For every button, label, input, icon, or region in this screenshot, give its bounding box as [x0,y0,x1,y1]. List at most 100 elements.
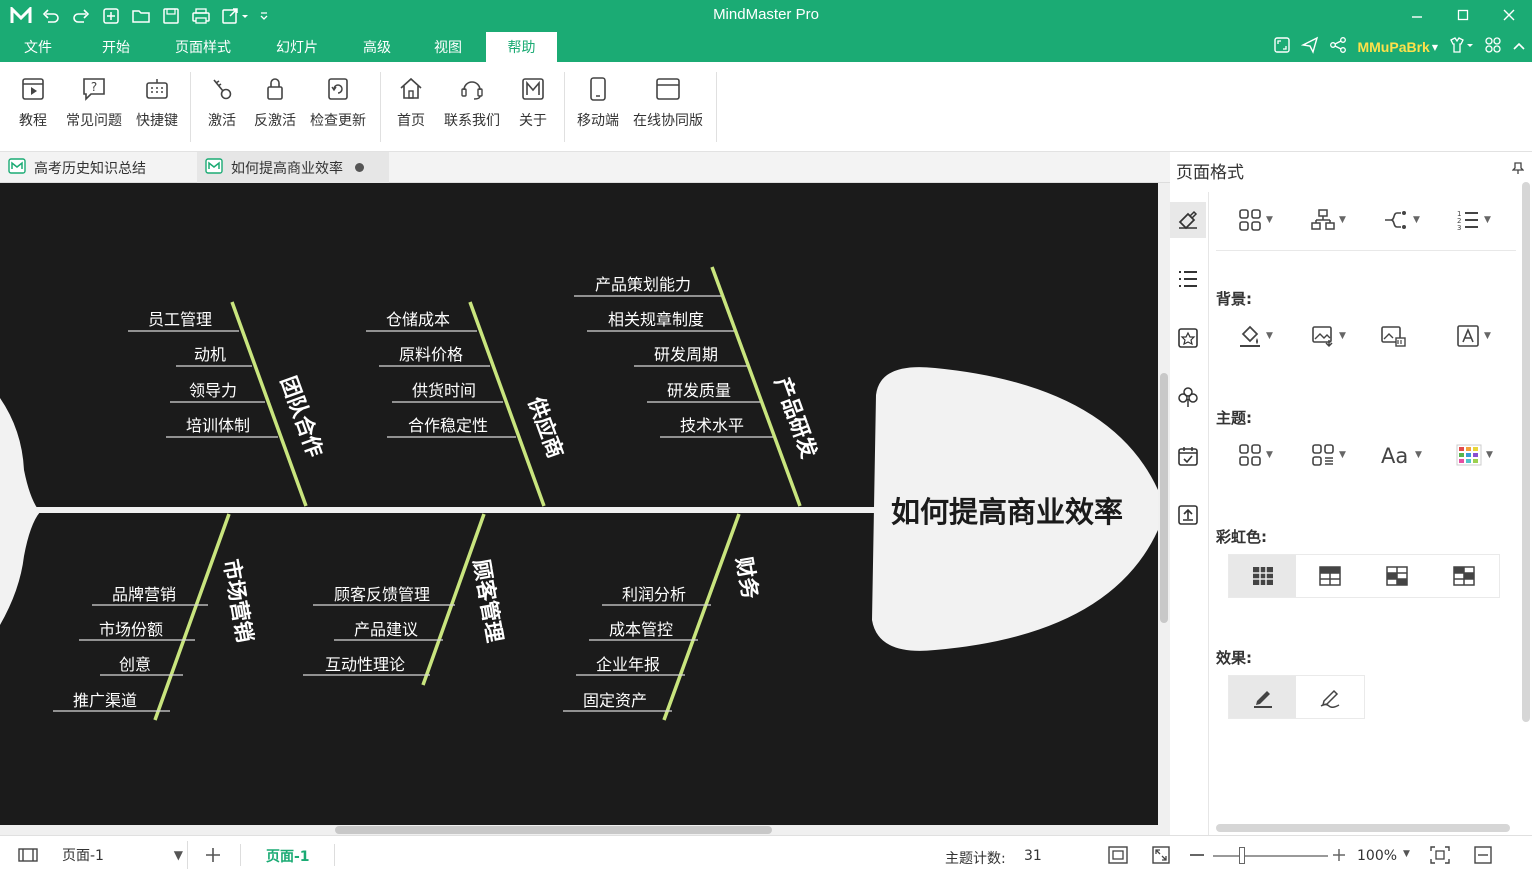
page-tab[interactable]: 页面-1 [266,846,310,866]
subtopic[interactable]: 培训体制 [186,416,250,435]
outline-tab[interactable] [1170,261,1206,297]
mindmap-canvas[interactable]: 如何提高商业效率 团队合作 供应商 产品研发 市场营销 顾客管理 财务 员工管理… [0,183,1158,825]
canvas-vertical-scrollbar[interactable] [1158,183,1170,825]
zoom-slider-handle[interactable] [1239,847,1245,864]
subtopic[interactable]: 原料价格 [399,345,463,364]
subtopic[interactable]: 企业年报 [596,655,660,674]
apps-icon[interactable] [1484,36,1502,58]
toggle-sidebar-icon[interactable] [18,847,38,867]
effect-option-1[interactable] [1229,676,1296,718]
about-button[interactable]: 关于 [514,74,552,136]
subtopic[interactable]: 推广渠道 [73,691,137,710]
subtopic[interactable]: 成本管控 [609,620,673,639]
pin-icon[interactable] [1511,160,1525,179]
watermark-button[interactable]: ▼ [1456,324,1491,348]
menu-view[interactable]: 视图 [410,32,486,62]
subtopic[interactable]: 产品策划能力 [595,275,691,294]
subtopic[interactable]: 市场份额 [99,620,163,639]
page-select[interactable]: 页面-1 ▼ [58,841,188,869]
theme-color-button[interactable]: ▼ [1456,443,1493,467]
panel-horizontal-scrollbar[interactable] [1216,824,1510,832]
deactivate-button[interactable]: 反激活 [250,74,300,136]
subtopic[interactable]: 研发质量 [667,381,731,400]
branch-label-supplier[interactable]: 供应商 [523,393,567,461]
collapse-ribbon-icon[interactable] [1512,38,1526,57]
branch-label-customer[interactable]: 顾客管理 [469,557,507,644]
fish-tail[interactable] [0,398,40,625]
scrollbar-thumb[interactable] [1160,373,1168,623]
tab-document-2[interactable]: 如何提高商业效率 [197,152,389,183]
subtopic[interactable]: 合作稳定性 [408,416,488,435]
zoom-level[interactable]: 100% [1357,848,1397,864]
structure-button[interactable]: ▼ [1311,208,1346,232]
unsaved-dot-icon[interactable] [355,163,364,172]
remove-background-button[interactable] [1380,324,1408,348]
subtopic[interactable]: 产品建议 [354,620,418,639]
subtopic[interactable]: 顾客反馈管理 [334,585,430,604]
menu-slides[interactable]: 幻灯片 [250,32,344,62]
fullscreen-icon[interactable] [1273,36,1291,58]
tutorial-button[interactable]: 教程 [12,74,54,136]
effect-option-2[interactable] [1296,676,1363,718]
theme-button[interactable]: ▼ [1238,443,1273,467]
clipart-tab[interactable] [1170,379,1206,415]
zoom-in-icon[interactable] [1332,848,1346,866]
rainbow-option-4[interactable] [1430,555,1497,597]
rainbow-option-1[interactable] [1229,555,1296,597]
zoom-slider[interactable] [1213,847,1328,864]
faq-button[interactable]: ? 常见问题 [62,74,126,136]
subtopic[interactable]: 研发周期 [654,345,718,364]
close-button[interactable] [1486,0,1532,30]
subtopic[interactable]: 技术水平 [680,416,744,435]
zoom-out-icon[interactable] [1190,854,1204,856]
add-page-icon[interactable] [204,846,222,868]
menu-file[interactable]: 文件 [0,32,76,62]
subtopic[interactable]: 创意 [119,655,151,674]
connector-button[interactable]: ▼ [1383,208,1420,232]
theme-style-button[interactable]: ▼ [1311,443,1346,467]
subtopic[interactable]: 供货时间 [412,381,476,400]
send-icon[interactable] [1301,36,1319,58]
rainbow-option-3[interactable] [1363,555,1430,597]
export-tab[interactable] [1170,497,1206,533]
online-collab-button[interactable]: 在线协同版 [630,74,706,136]
background-fill-button[interactable]: ▼ [1238,324,1273,348]
menu-start[interactable]: 开始 [76,32,156,62]
subtopic[interactable]: 品牌营销 [112,585,176,604]
branch-label-marketing[interactable]: 市场营销 [219,557,257,644]
check-update-button[interactable]: 检查更新 [306,74,370,136]
subtopic[interactable]: 固定资产 [583,691,647,710]
branch-label-finance[interactable]: 财务 [731,555,762,602]
subtopic[interactable]: 相关规章制度 [608,310,704,329]
numbering-button[interactable]: 1 2 3 ▼ [1456,208,1491,232]
user-dropdown-icon[interactable]: ▼ [1432,43,1438,52]
menu-page-style[interactable]: 页面样式 [156,32,250,62]
background-image-button[interactable]: ▼ [1311,324,1346,348]
head-topic[interactable]: 如何提高商业效率 [891,495,1123,529]
subtopic[interactable]: 利润分析 [622,585,686,604]
theme-font-button[interactable]: Aa ▼ [1381,443,1422,467]
subtopic[interactable]: 动机 [194,345,226,364]
subtopic[interactable]: 员工管理 [148,310,212,329]
fullscreen-view-icon[interactable] [1152,846,1170,868]
menu-help[interactable]: 帮助 [486,32,557,62]
home-button[interactable]: 首页 [392,74,430,136]
minimize-button[interactable] [1394,0,1440,30]
task-tab[interactable] [1170,438,1206,474]
mobile-button[interactable]: 移动端 [574,74,622,136]
subtopic[interactable]: 领导力 [189,381,237,400]
panel-scrollbar[interactable] [1522,182,1530,722]
page-format-tab[interactable] [1170,202,1206,238]
scrollbar-thumb[interactable] [335,826,772,834]
activate-button[interactable]: 激活 [202,74,242,136]
share-icon[interactable] [1329,36,1347,58]
menu-advanced[interactable]: 高级 [344,32,410,62]
shortcuts-button[interactable]: 快捷键 [132,74,182,136]
collapse-panel-icon[interactable] [1474,846,1492,868]
fit-screen-icon[interactable] [1430,846,1450,868]
user-account[interactable]: MMuPaBrk [1357,39,1429,55]
icon-library-tab[interactable] [1170,320,1206,356]
layout-grid-button[interactable]: ▼ [1238,208,1273,232]
subtopic[interactable]: 互动性理论 [325,655,405,674]
fit-page-icon[interactable] [1108,846,1128,868]
